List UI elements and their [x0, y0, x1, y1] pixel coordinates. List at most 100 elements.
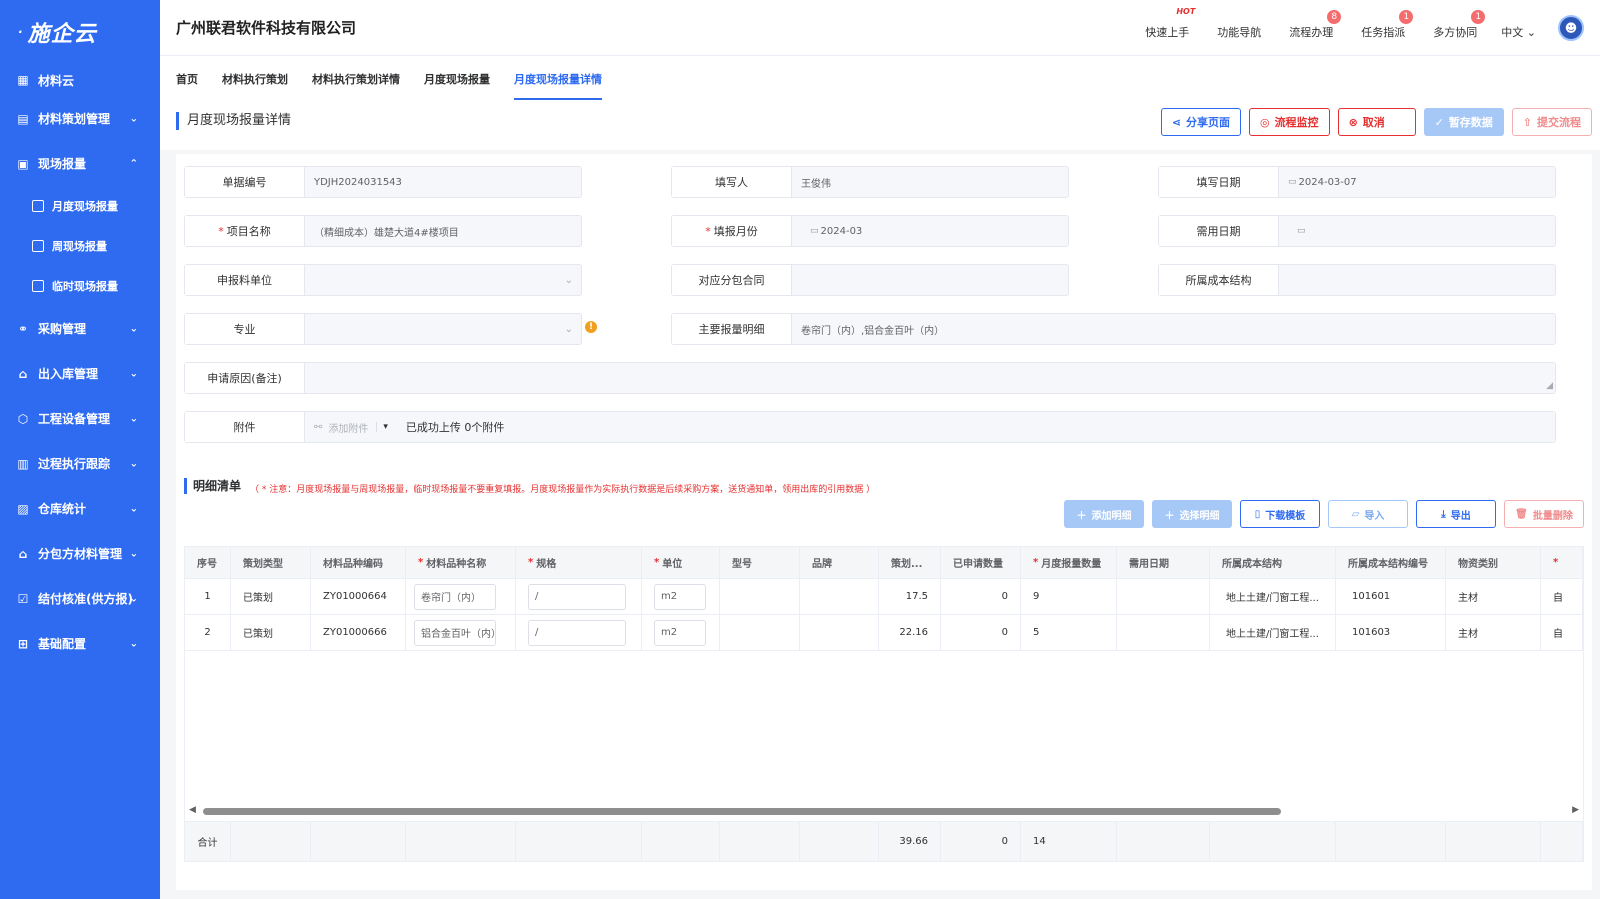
cell-monthly[interactable]: 5	[1021, 615, 1117, 650]
sidebar-item-material-cloud[interactable]: ▦ 材料云	[0, 64, 160, 96]
fill-date-label: 填写日期	[1159, 167, 1279, 197]
sidebar-item-config[interactable]: ⊞ 基础配置 ⌄	[0, 621, 160, 666]
count-badge: 1	[1399, 9, 1414, 24]
table-row[interactable]: 2 已策划 ZY01000666 铝合金百叶（内） / m2 22.16 0 5…	[185, 615, 1583, 651]
need-date-input[interactable]: ▭	[1279, 216, 1555, 246]
sub-contract-field: 对应分包合同	[671, 264, 1069, 296]
horizontal-scrollbar[interactable]: ◀ ▶	[185, 805, 1583, 817]
sidebar-item-warehouse[interactable]: ⌂ 出入库管理 ⌄	[0, 351, 160, 396]
tab-monthly-report-detail[interactable]: 月度现场报量详情	[514, 56, 602, 100]
export-button[interactable]: ⤓ 导出	[1416, 500, 1496, 528]
chevron-down-icon: ⌄	[129, 548, 138, 559]
doc-no-input[interactable]: YDJH2024031543	[305, 167, 581, 197]
cell-model[interactable]	[720, 615, 800, 650]
sidebar-subitem-monthly-report[interactable]: 月度现场报量	[0, 186, 160, 226]
cost-structure-input[interactable]	[1279, 265, 1555, 295]
cell-monthly[interactable]: 9	[1021, 579, 1117, 614]
cell-planned: 22.16	[879, 615, 941, 650]
cell-brand[interactable]	[800, 615, 879, 650]
sidebar-item-subcontract[interactable]: ⌂ 分包方材料管理 ⌄	[0, 531, 160, 576]
sidebar-item-equipment[interactable]: ⬡ 工程设备管理 ⌄	[0, 396, 160, 441]
report-month-input[interactable]: ▭ 2024-03	[792, 216, 1068, 246]
scroll-right-icon[interactable]: ▶	[1572, 805, 1579, 815]
unit-input[interactable]: m2	[654, 619, 706, 646]
major-label: 专业	[185, 314, 305, 344]
tab-home[interactable]: 首页	[176, 56, 198, 100]
import-button[interactable]: ▱ 导入	[1328, 500, 1408, 528]
reason-textarea[interactable]: ◢	[305, 363, 1555, 393]
sidebar-item-tracking[interactable]: ▥ 过程执行跟踪 ⌄	[0, 441, 160, 486]
save-draft-button[interactable]: ✓ 暂存数据	[1423, 108, 1504, 136]
warning-icon[interactable]: !	[585, 321, 597, 333]
language-select[interactable]: 中文 ⌄	[1501, 24, 1536, 40]
col-header: 品牌	[800, 547, 879, 578]
name-input[interactable]: 卷帘门（内）	[414, 583, 496, 610]
fill-date-input[interactable]: ▭ 2024-03-07	[1279, 167, 1555, 197]
upload-icon: ⇧	[1522, 115, 1532, 129]
add-attachment-button[interactable]: ⚯ 添加附件	[314, 420, 368, 435]
cell-brand[interactable]	[800, 579, 879, 614]
header-link-function-nav[interactable]: 功能导航	[1217, 24, 1261, 40]
cell-model[interactable]	[720, 579, 800, 614]
sidebar-item-label: 基础配置	[38, 637, 87, 651]
sidebar-item-purchase[interactable]: ⚭ 采购管理 ⌄	[0, 306, 160, 351]
sidebar-item-label: 出入库管理	[38, 367, 99, 381]
header-link-label: 流程办理	[1289, 25, 1334, 39]
cancel-button[interactable]: ⊗ 取消	[1337, 108, 1416, 136]
total-empty-cell	[1210, 822, 1336, 861]
sidebar-item-warehouse-stats[interactable]: ▨ 仓库统计 ⌄	[0, 486, 160, 531]
scroll-left-icon[interactable]: ◀	[189, 805, 196, 815]
main-detail-input[interactable]: 卷帘门（内）,铝合金百叶（内）	[792, 314, 1555, 344]
submit-process-button[interactable]: ⇧ 提交流程	[1511, 108, 1592, 136]
spec-input[interactable]: /	[528, 583, 626, 610]
select-detail-button[interactable]: ＋ 选择明细	[1152, 500, 1232, 528]
report-month-label: * 填报月份	[672, 216, 792, 246]
warehouse-icon: ⌂	[18, 366, 28, 381]
download-template-button[interactable]: ▯ 下载模板	[1240, 500, 1320, 528]
chevron-up-icon: ⌃	[129, 158, 138, 169]
table-row[interactable]: 1 已策划 ZY01000664 卷帘门（内） / m2 17.5 0 9 地上…	[185, 579, 1583, 615]
document-icon: ▯	[1254, 508, 1261, 520]
header-link-collab[interactable]: 多方协同 1	[1433, 9, 1486, 40]
writer-input[interactable]: 王俊伟	[792, 167, 1068, 197]
unit-input[interactable]: m2	[654, 583, 706, 610]
share-button[interactable]: ⋖ 分享页面	[1160, 108, 1241, 136]
name-input[interactable]: 铝合金百叶（内）	[414, 619, 501, 646]
cell-need-date[interactable]	[1117, 615, 1210, 650]
sidebar-subitem-weekly-report[interactable]: 周现场报量	[0, 226, 160, 266]
tab-material-plan-detail[interactable]: 材料执行策划详情	[312, 56, 400, 100]
process-monitor-button[interactable]: ◎ 流程监控	[1248, 108, 1330, 136]
tab-material-plan[interactable]: 材料执行策划	[222, 56, 288, 100]
attachment-dropdown[interactable]: ▾	[376, 422, 388, 432]
apply-unit-select[interactable]: ⌄	[305, 265, 581, 295]
col-header: * 单位	[642, 547, 720, 578]
batch-delete-button[interactable]: 🗑 批量删除	[1504, 500, 1584, 528]
resize-handle-icon[interactable]: ◢	[1546, 381, 1553, 391]
add-detail-button[interactable]: ＋ 添加明细	[1064, 500, 1144, 528]
title-bar: 月度现场报量详情 ⋖ 分享页面 ◎ 流程监控 ⊗ 取消 ✓ 暂存数据 ⇧ 提交流…	[160, 100, 1600, 150]
fill-date-value: 2024-03-07	[1298, 176, 1357, 188]
calendar-icon	[32, 240, 44, 252]
sidebar-item-site-report[interactable]: ▣ 现场报量 ⌃	[0, 141, 160, 186]
sidebar-item-material-planning[interactable]: ▤ 材料策划管理 ⌄	[0, 96, 160, 141]
header-link-process[interactable]: 流程办理 8	[1289, 9, 1342, 40]
col-header: 策划...	[879, 547, 941, 578]
total-planned: 39.66	[879, 822, 941, 861]
header-link-quick-start[interactable]: 快速上手 HOT	[1145, 7, 1195, 40]
project-input[interactable]: （精细成本）雄楚大道4#楼项目	[305, 216, 581, 246]
sidebar-subitem-temp-report[interactable]: 临时现场报量	[0, 266, 160, 306]
brand-logo[interactable]: · 施企云	[0, 0, 160, 64]
scrollbar-thumb[interactable]	[203, 808, 1281, 815]
report-month-field: * 填报月份 ▭ 2024-03	[671, 215, 1069, 247]
spec-input[interactable]: /	[528, 619, 626, 646]
track-icon: ▥	[17, 456, 29, 471]
header-link-tasks[interactable]: 任务指派 1	[1361, 9, 1414, 40]
cell-need-date[interactable]	[1117, 579, 1210, 614]
sub-contract-input[interactable]	[792, 265, 1068, 295]
cell-cost-no: 101601	[1336, 579, 1446, 614]
tab-monthly-report[interactable]: 月度现场报量	[424, 56, 490, 100]
sidebar-item-settlement[interactable]: ☑ 结付核准(供方报) ⌄	[0, 576, 160, 621]
major-select[interactable]: ⌄	[305, 314, 581, 344]
chevron-down-icon: ⌄	[1526, 25, 1536, 39]
avatar[interactable]: ☻	[1558, 14, 1584, 41]
